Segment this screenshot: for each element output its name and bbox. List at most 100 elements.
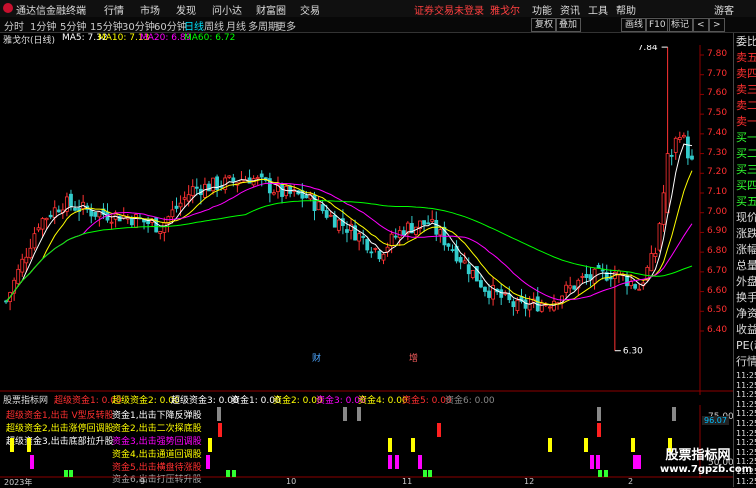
finance-mark[interactable]: 财 xyxy=(312,352,321,364)
candle xyxy=(661,184,666,232)
quote-label: 买三 xyxy=(736,163,756,176)
price-tick-label: 7.20 xyxy=(707,167,728,178)
period-tab-5min[interactable]: 5分钟 xyxy=(60,18,86,33)
next-button[interactable]: > xyxy=(709,18,725,32)
candle xyxy=(182,191,187,208)
candle xyxy=(539,299,544,313)
period-tab-60min[interactable]: 60分钟 xyxy=(154,18,187,33)
quote-label: 卖四 xyxy=(736,67,756,80)
date-label-9: 9 xyxy=(140,477,146,486)
mark-button[interactable]: 标记 xyxy=(667,18,694,32)
f10-button[interactable]: F10 xyxy=(645,18,670,32)
candle xyxy=(454,240,459,264)
candle xyxy=(568,276,573,294)
quote-label: 涨跌 xyxy=(736,227,756,240)
candle xyxy=(142,218,146,230)
period-tab-multi[interactable]: 多周期 xyxy=(248,18,278,33)
candle xyxy=(369,246,374,258)
adjust-button[interactable]: 复权 xyxy=(531,18,558,32)
candle xyxy=(134,212,138,229)
period-toolbar: 分时 1分钟 5分钟 15分钟 30分钟 60分钟 日线 周线 月线 多周期 更… xyxy=(0,17,756,33)
candle xyxy=(669,149,674,166)
period-tab-intraday[interactable]: 分时 xyxy=(4,18,24,33)
price-tick-label: 6.90 xyxy=(707,226,728,237)
indicator-bar xyxy=(631,438,635,452)
guest-user[interactable]: 游客 xyxy=(714,2,734,17)
date-label-10: 10 xyxy=(286,477,297,486)
candle xyxy=(194,178,199,196)
candle xyxy=(633,283,638,291)
quote-label: 涨幅 xyxy=(736,243,756,256)
candle xyxy=(272,189,276,196)
indicator-bar xyxy=(423,470,427,477)
indicator-bar xyxy=(411,438,415,452)
candle xyxy=(105,203,110,223)
candle xyxy=(316,196,321,211)
tick-time: 11:25 xyxy=(736,476,756,486)
candle xyxy=(154,216,159,233)
candle xyxy=(158,231,163,240)
candle xyxy=(446,242,451,251)
draw-button[interactable]: 画线 xyxy=(621,18,648,32)
menu-item-quotes[interactable]: 行情 xyxy=(104,2,124,17)
indicator-bar xyxy=(597,407,601,421)
quote-label: 总量 xyxy=(736,259,756,272)
candle xyxy=(580,272,585,284)
price-tick-label: 6.40 xyxy=(707,325,728,335)
period-tab-1min[interactable]: 1分钟 xyxy=(30,18,56,33)
overlay-button[interactable]: 叠加 xyxy=(555,18,582,32)
candle xyxy=(361,229,366,245)
candle xyxy=(677,131,682,143)
menu-item-function[interactable]: 功能 xyxy=(532,2,552,17)
candle xyxy=(36,223,41,233)
increase-mark[interactable]: 增 xyxy=(409,352,418,364)
candle xyxy=(56,205,61,213)
menu-item-news[interactable]: 资讯 xyxy=(560,2,580,17)
indicator-bar xyxy=(217,407,221,421)
candle xyxy=(377,249,382,262)
menu-item-help[interactable]: 帮助 xyxy=(616,2,636,17)
menu-item-wealth[interactable]: 财富圈 xyxy=(256,2,286,17)
menu-item-market[interactable]: 市场 xyxy=(140,2,160,17)
indicator-bar xyxy=(10,438,14,452)
menu-item-tools[interactable]: 工具 xyxy=(588,2,608,17)
prev-button[interactable]: < xyxy=(693,18,709,32)
candle xyxy=(8,291,12,311)
indicator-chart[interactable] xyxy=(0,405,733,478)
period-tab-30min[interactable]: 30分钟 xyxy=(122,18,155,33)
price-tick-label: 6.80 xyxy=(707,246,728,257)
indicator-bar xyxy=(30,455,34,469)
indicator-value-badge: 96.07 xyxy=(702,416,729,425)
kline-chart[interactable]: 7.84 6.30 财 增 xyxy=(0,45,733,395)
tick-time: 11:25 xyxy=(736,419,756,428)
ma20-line xyxy=(5,182,693,302)
period-tab-more[interactable]: 更多 xyxy=(276,18,296,33)
period-tab-monthly[interactable]: 月线 xyxy=(226,18,246,33)
candle xyxy=(48,210,53,220)
period-tab-15min[interactable]: 15分钟 xyxy=(90,18,123,33)
candle xyxy=(458,255,463,270)
period-tab-daily[interactable]: 日线 xyxy=(184,18,204,33)
app-logo-icon xyxy=(3,3,13,13)
candles xyxy=(4,47,694,351)
candle xyxy=(20,253,25,277)
login-warning[interactable]: 证券交易未登录 xyxy=(414,2,484,17)
tick-time: 11:25 xyxy=(736,428,756,438)
stock-name-label: 雅戈尔 xyxy=(490,6,520,17)
indicator-bar xyxy=(428,470,432,477)
menu-item-ask[interactable]: 问小达 xyxy=(212,2,242,17)
candle xyxy=(665,47,670,214)
quote-label: 卖一 xyxy=(736,115,756,128)
candle xyxy=(365,238,370,254)
indicator-bar xyxy=(633,455,637,469)
candle xyxy=(438,225,443,243)
candle xyxy=(686,130,690,165)
price-tick-label: 7.10 xyxy=(707,187,728,197)
menu-item-trade[interactable]: 交易 xyxy=(300,2,320,17)
price-tick-label: 6.60 xyxy=(707,285,728,296)
date-label-2023: 2023年 xyxy=(4,478,33,487)
menu-item-discover[interactable]: 发现 xyxy=(176,2,196,17)
period-tab-weekly[interactable]: 周线 xyxy=(204,18,224,33)
candle xyxy=(690,149,694,161)
indicator-bar xyxy=(672,407,676,421)
